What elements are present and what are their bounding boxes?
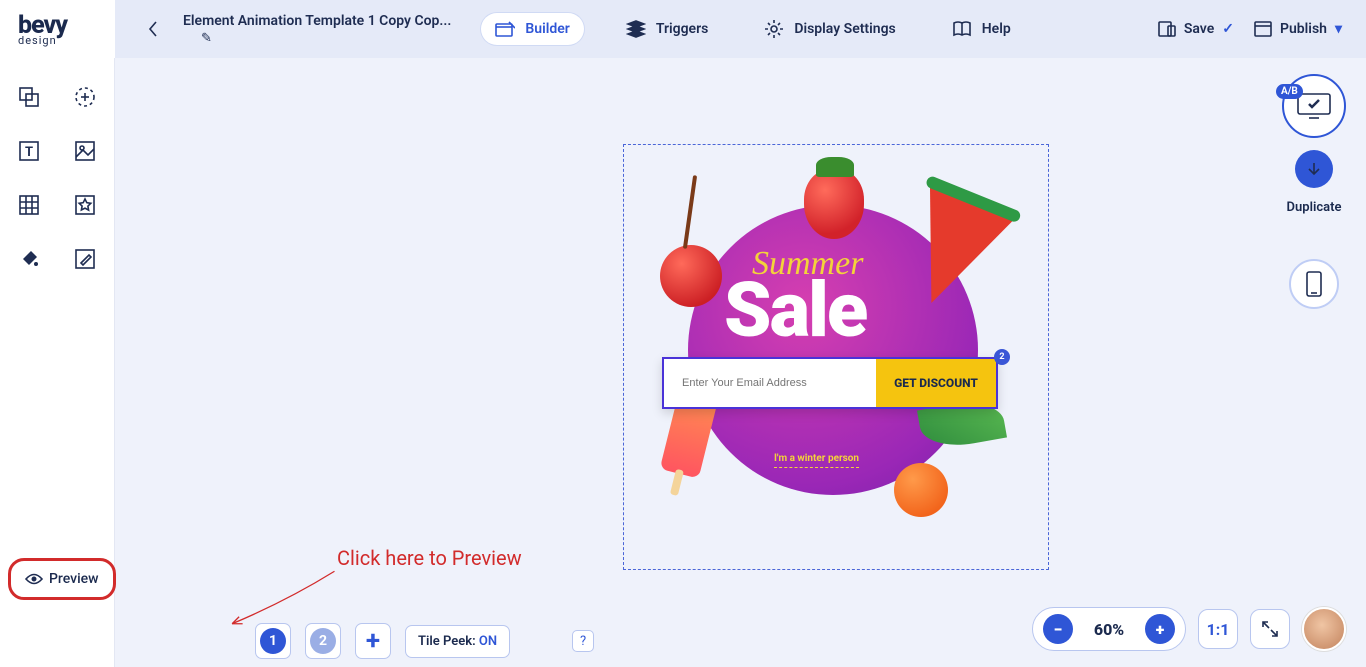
chevron-left-icon [146, 19, 160, 39]
chevron-down-icon: ▾ [1335, 21, 1342, 37]
tool-image[interactable] [72, 138, 98, 164]
device-icon [1158, 21, 1176, 37]
sale-text[interactable]: Sale [724, 265, 866, 355]
tile-2-num: 2 [310, 628, 336, 654]
tab-label: Builder [525, 21, 569, 37]
layer-badge[interactable]: 2 [994, 349, 1010, 365]
expand-icon [1261, 620, 1279, 638]
logo[interactable]: bevy design [0, 0, 115, 58]
winter-link[interactable]: I'm a winter person [774, 453, 859, 468]
tool-star[interactable] [72, 192, 98, 218]
publish-button[interactable]: Publish ▾ [1248, 17, 1348, 41]
tool-add-node[interactable] [72, 84, 98, 110]
strawberry-graphic [804, 169, 864, 239]
back-button[interactable] [135, 11, 171, 47]
check-icon: ✓ [1222, 21, 1234, 37]
tile-1-num: 1 [260, 628, 286, 654]
expand-button[interactable] [1250, 609, 1290, 649]
discount-button[interactable]: GET DISCOUNT [876, 359, 996, 407]
document-title[interactable]: Element Animation Template 1 Copy Cop... [183, 13, 451, 29]
tool-grid[interactable] [16, 192, 42, 218]
tab-label: Triggers [656, 21, 709, 37]
tile-2[interactable]: 2 [305, 623, 341, 659]
pencil-icon[interactable]: ✎ [183, 31, 451, 46]
save-label: Save [1184, 21, 1214, 37]
arrow-down-icon [1305, 160, 1323, 178]
duplicate-button[interactable] [1295, 150, 1333, 188]
ab-badge: A/B [1276, 84, 1303, 99]
builder-icon [495, 21, 515, 37]
mobile-icon [1305, 270, 1323, 298]
tile-peek-value: ON [479, 634, 497, 649]
tool-edit[interactable] [72, 246, 98, 272]
help-bubble[interactable]: ? [572, 630, 594, 652]
help-book-icon [952, 21, 972, 37]
selection-bounds[interactable]: Summer Sale GET DISCOUNT 2 I'm a winter … [623, 144, 1049, 570]
tab-label: Display Settings [794, 21, 895, 37]
publish-label: Publish [1280, 21, 1327, 37]
preview-button[interactable]: Preview [8, 558, 116, 600]
save-button[interactable]: Save ✓ [1152, 17, 1240, 41]
duplicate-label: Duplicate [1287, 200, 1342, 215]
zoom-out[interactable]: − [1043, 614, 1073, 644]
svg-text:T: T [25, 145, 33, 160]
user-avatar[interactable] [1302, 607, 1346, 651]
canvas[interactable]: Summer Sale GET DISCOUNT 2 I'm a winter … [115, 58, 1366, 667]
zoom-fit[interactable]: 1:1 [1198, 609, 1238, 649]
tool-layers[interactable] [16, 84, 42, 110]
tab-display-settings[interactable]: Display Settings [750, 11, 909, 47]
cherry-graphic [660, 245, 722, 307]
orange-graphic [894, 463, 948, 517]
tile-1[interactable]: 1 [255, 623, 291, 659]
tile-peek-toggle[interactable]: Tile Peek: ON [405, 625, 510, 658]
email-form[interactable]: GET DISCOUNT [662, 357, 998, 409]
eye-icon [25, 572, 43, 586]
tile-add[interactable]: + [355, 623, 391, 659]
zoom-control: − 60% + [1032, 607, 1186, 651]
tab-help[interactable]: Help [938, 13, 1025, 45]
tool-fill[interactable] [16, 246, 42, 272]
zoom-in[interactable]: + [1145, 614, 1175, 644]
email-input[interactable] [664, 359, 876, 407]
tab-builder[interactable]: Builder [481, 13, 583, 45]
tab-label: Help [982, 21, 1011, 37]
gear-icon [764, 19, 784, 39]
preview-label: Preview [49, 571, 99, 587]
browser-icon [1254, 21, 1272, 37]
mobile-preview-bubble[interactable] [1289, 259, 1339, 309]
triggers-icon [626, 20, 646, 38]
tool-text[interactable]: T [16, 138, 42, 164]
tab-triggers[interactable]: Triggers [612, 12, 723, 46]
tile-peek-label: Tile Peek: [418, 634, 476, 649]
zoom-value: 60% [1085, 620, 1133, 639]
annotation-text: Click here to Preview [337, 546, 522, 570]
